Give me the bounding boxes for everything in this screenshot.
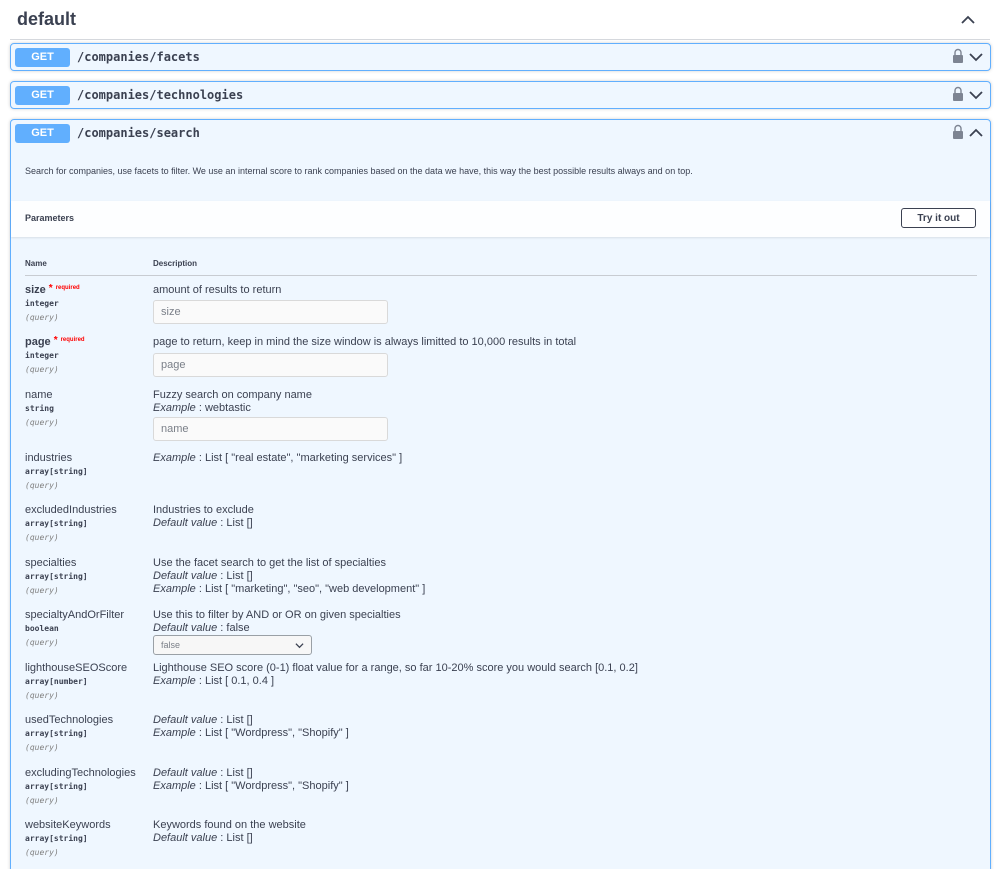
param-location: (query) (25, 365, 59, 374)
opblock-companies-search: GET /companies/search Search for compani… (10, 119, 991, 869)
operation-description: Search for companies, use facets to filt… (25, 166, 693, 176)
param-name: usedTechnologies (25, 714, 114, 726)
param-description: Use the facet search to get the list of … (153, 557, 426, 595)
param-location: (query) (25, 586, 59, 595)
required-star: * (48, 283, 53, 294)
param-type: integer (25, 299, 59, 308)
specialtyAndOrFilter-select[interactable]: false (153, 635, 312, 655)
opblock-companies-technologies: GET /companies/technologies (10, 81, 991, 109)
required-label: required (55, 285, 80, 291)
param-name: lighthouseSEOScore (25, 662, 128, 674)
param-type: array[string] (25, 729, 88, 738)
param-description: Use this to filter by AND or OR on given… (153, 609, 401, 634)
column-header-description: Description (153, 259, 198, 268)
param-name: name (25, 389, 53, 401)
param-name: specialtyAndOrFilter (25, 609, 125, 621)
param-row-usedTechnologies: usedTechnologies array[string] (query) D… (25, 714, 977, 759)
column-header-name: Name (25, 259, 47, 268)
param-row-size: size * required integer (query) amount of … (25, 283, 977, 334)
param-name: excludingTechnologies (25, 767, 136, 779)
param-row-industries: industries array[string] (query) Example… (25, 452, 977, 497)
param-type: boolean (25, 624, 59, 633)
param-description: page to return, keep in mind the size wi… (153, 336, 577, 348)
param-type: string (25, 404, 54, 413)
required-label: required (60, 337, 85, 343)
param-row-excludingTechnologies: excludingTechnologies array[string] (que… (25, 767, 977, 812)
param-location: (query) (25, 313, 59, 322)
param-description: Default value : List [] Example : List [… (153, 767, 349, 792)
chevron-up-icon[interactable] (960, 12, 976, 28)
param-description: Keywords found on the website Default va… (153, 819, 306, 844)
name-input[interactable] (153, 417, 388, 441)
param-row-specialtyAndOrFilter: specialtyAndOrFilter boolean (query) Use… (25, 609, 977, 655)
param-type: array[string] (25, 467, 88, 476)
method-badge: GET (15, 86, 70, 105)
param-type: array[number] (25, 677, 88, 686)
param-row-page: page * required integer (query) page to re… (25, 335, 977, 386)
select-value: false (161, 640, 181, 650)
param-description: Fuzzy search on company name Example : w… (153, 389, 312, 414)
param-location: (query) (25, 743, 59, 752)
endpoint-path: /companies/technologies (77, 88, 244, 102)
param-name: specialties (25, 557, 77, 569)
page-input[interactable] (153, 353, 388, 377)
try-it-out-button[interactable]: Try it out (901, 208, 976, 228)
param-location: (query) (25, 533, 59, 542)
param-location: (query) (25, 481, 59, 490)
method-badge: GET (15, 48, 70, 67)
param-type: array[string] (25, 782, 88, 791)
opblock-summary[interactable]: GET /companies/technologies (11, 82, 990, 110)
param-description: Example : List [ "real estate", "marketi… (153, 452, 403, 464)
param-name: websiteKeywords (25, 819, 111, 831)
param-location: (query) (25, 418, 59, 427)
param-name: page * required (25, 335, 85, 348)
lock-icon[interactable] (952, 48, 964, 64)
param-row-lighthouseSEOScore: lighthouseSEOScore array[number] (query)… (25, 662, 977, 707)
endpoint-path: /companies/search (77, 126, 200, 140)
chevron-down-icon (295, 643, 304, 649)
param-description: Lighthouse SEO score (0-1) float value f… (153, 662, 638, 687)
param-row-name: name string (query) Fuzzy search on comp… (25, 389, 977, 445)
parameters-title: Parameters (25, 213, 75, 223)
param-location: (query) (25, 796, 59, 805)
size-input[interactable] (153, 300, 388, 324)
chevron-down-icon[interactable] (969, 50, 983, 64)
chevron-down-icon[interactable] (969, 88, 983, 102)
header-divider (25, 275, 977, 276)
param-description: amount of results to return (153, 284, 282, 296)
param-row-excludedIndustries: excludedIndustries array[string] (query)… (25, 504, 977, 549)
endpoint-path: /companies/facets (77, 50, 200, 64)
param-location: (query) (25, 691, 59, 700)
param-description: Default value : List [] Example : List [… (153, 714, 349, 739)
param-type: integer (25, 351, 59, 360)
opblock-companies-facets: GET /companies/facets (10, 43, 991, 71)
tag-title: default (17, 9, 77, 29)
param-type: array[string] (25, 572, 88, 581)
opblock-summary[interactable]: GET /companies/search (11, 120, 990, 148)
required-star: * (53, 335, 58, 346)
param-description: Industries to exclude Default value : Li… (153, 504, 254, 529)
param-type: array[string] (25, 834, 88, 843)
parameters-header: Parameters Try it out (11, 201, 990, 237)
param-name: size * required (25, 283, 80, 296)
param-name: industries (25, 452, 73, 464)
lock-icon[interactable] (952, 86, 964, 102)
param-type: array[string] (25, 519, 88, 528)
param-name: excludedIndustries (25, 504, 117, 516)
lock-icon[interactable] (952, 124, 964, 140)
param-location: (query) (25, 848, 59, 857)
chevron-up-icon[interactable] (969, 126, 983, 140)
method-badge: GET (15, 124, 70, 143)
param-location: (query) (25, 638, 59, 647)
param-row-specialties: specialties array[string] (query) Use th… (25, 557, 977, 602)
opblock-summary[interactable]: GET /companies/facets (11, 44, 990, 72)
tag-section-header[interactable]: default (10, 0, 990, 40)
param-row-websiteKeywords: websiteKeywords array[string] (query) Ke… (25, 819, 977, 864)
